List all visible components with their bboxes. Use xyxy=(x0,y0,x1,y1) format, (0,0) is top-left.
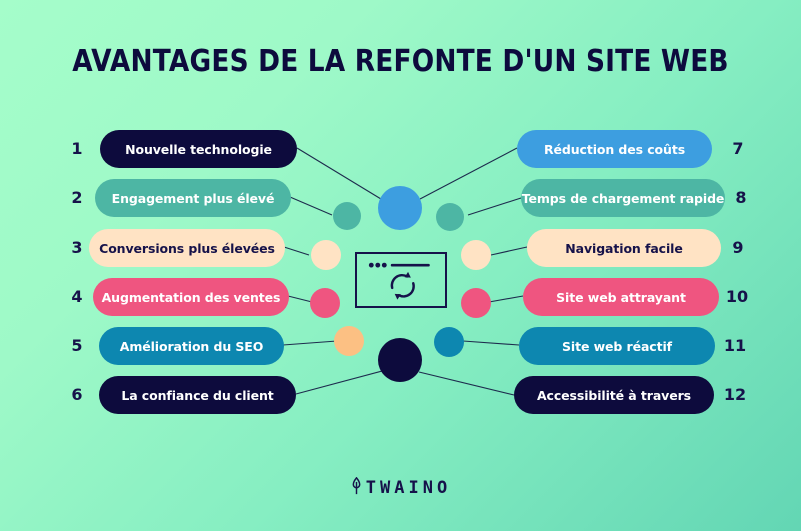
accent-dot-right-3 xyxy=(461,288,491,318)
refresh-arrows-icon xyxy=(390,273,415,298)
benefit-pill-7[interactable]: Réduction des coûts xyxy=(517,130,712,168)
connector-7 xyxy=(419,147,518,200)
connector-11 xyxy=(462,340,520,346)
accent-dot-right-2 xyxy=(461,240,491,270)
browser-window-icon xyxy=(355,252,447,308)
brand-name: TWAINO xyxy=(365,478,452,498)
benefit-pill-1[interactable]: Nouvelle technologie xyxy=(100,130,297,168)
item-number-8: 8 xyxy=(735,188,747,207)
connector-2 xyxy=(289,196,333,216)
benefit-label-11: Site web réactif xyxy=(561,338,672,354)
accent-dot-left-4 xyxy=(334,326,364,356)
brand-logo: TWAINO xyxy=(0,476,801,500)
benefit-pill-11[interactable]: Site web réactif xyxy=(519,327,715,365)
benefit-pill-4[interactable]: Augmentation des ventes xyxy=(93,278,289,316)
accent-dot-left-1 xyxy=(333,202,361,230)
item-number-5: 5 xyxy=(71,336,83,355)
benefit-pill-5[interactable]: Amélioration du SEO xyxy=(99,327,284,365)
benefit-label-3: Conversions plus élevées xyxy=(99,240,275,256)
benefit-pill-10[interactable]: Site web attrayant xyxy=(523,278,719,316)
item-number-3: 3 xyxy=(71,238,83,257)
connector-10 xyxy=(488,295,524,303)
item-number-1: 1 xyxy=(71,139,83,158)
benefit-label-12: Accessibilité à travers xyxy=(536,387,692,403)
benefit-label-2: Engagement plus élevé xyxy=(111,190,275,206)
hub-dot-bottom xyxy=(378,338,422,382)
benefit-pill-2[interactable]: Engagement plus élevé xyxy=(95,179,291,217)
benefit-label-9: Navigation facile xyxy=(565,240,683,256)
benefit-pill-6[interactable]: La confiance du client xyxy=(99,376,296,414)
benefit-label-8: Temps de chargement rapide xyxy=(521,190,725,206)
item-number-7: 7 xyxy=(732,139,744,158)
browser-icon-contents xyxy=(368,262,430,300)
address-bar-line xyxy=(390,263,430,267)
connector-12 xyxy=(418,371,515,396)
benefit-pill-8[interactable]: Temps de chargement rapide xyxy=(521,179,725,217)
connector-6 xyxy=(295,370,383,395)
item-number-9: 9 xyxy=(732,238,744,257)
accent-dot-left-3 xyxy=(310,288,340,318)
benefit-label-5: Amélioration du SEO xyxy=(119,338,264,354)
connector-8 xyxy=(467,197,522,216)
item-number-11: 11 xyxy=(723,336,747,355)
benefit-label-6: La confiance du client xyxy=(121,387,274,403)
item-number-2: 2 xyxy=(71,188,83,207)
three-dots-icon xyxy=(368,262,374,268)
accent-dot-right-1 xyxy=(436,203,464,231)
benefit-label-4: Augmentation des ventes xyxy=(101,289,281,305)
accent-dot-right-4 xyxy=(434,327,464,357)
accent-dot-left-2 xyxy=(311,240,341,270)
item-number-6: 6 xyxy=(71,385,83,404)
leaf-icon xyxy=(350,476,363,500)
connector-5 xyxy=(282,340,338,346)
page-title: AVANTAGES DE LA REFONTE D'UN SITE WEB xyxy=(72,44,729,79)
benefit-pill-12[interactable]: Accessibilité à travers xyxy=(514,376,714,414)
benefit-label-1: Nouvelle technologie xyxy=(125,141,272,157)
benefit-label-10: Site web attrayant xyxy=(556,289,686,305)
benefit-pill-3[interactable]: Conversions plus élevées xyxy=(89,229,285,267)
connector-4 xyxy=(287,295,313,303)
benefit-pill-9[interactable]: Navigation facile xyxy=(527,229,721,267)
item-number-4: 4 xyxy=(71,287,83,306)
connector-3 xyxy=(283,246,310,256)
connector-9 xyxy=(490,246,528,256)
connector-1 xyxy=(296,147,382,200)
hub-dot-top xyxy=(378,186,422,230)
item-number-10: 10 xyxy=(725,287,749,306)
item-number-12: 12 xyxy=(723,385,747,404)
benefit-label-7: Réduction des coûts xyxy=(543,141,686,157)
infographic-canvas: AVANTAGES DE LA REFONTE D'UN SITE WEB 1 … xyxy=(0,0,801,531)
